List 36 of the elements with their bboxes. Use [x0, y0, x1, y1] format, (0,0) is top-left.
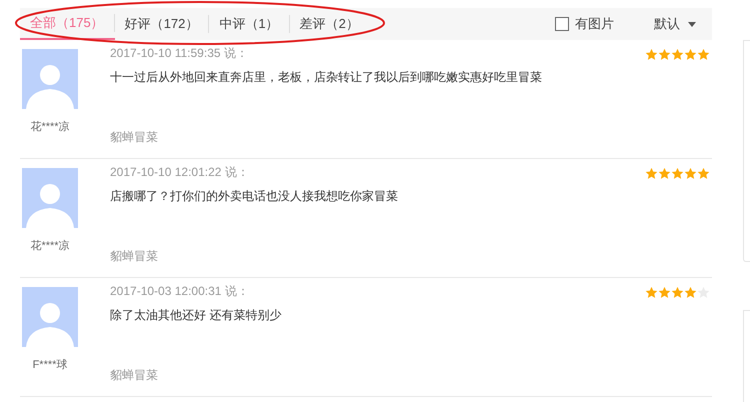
star-icon — [671, 48, 684, 61]
avatar-icon — [22, 287, 78, 347]
caret-icon — [688, 22, 696, 26]
user-name: 花****凉 — [30, 238, 70, 254]
shop-name: 貂蝉冒菜 — [110, 129, 159, 145]
avatar-icon — [22, 168, 78, 228]
review-time: 2017-10-03 12:00:31 说： — [110, 283, 250, 299]
review-text: 店搬哪了？打你们的外卖电话也没人接我想吃你家冒菜 — [110, 188, 399, 204]
star-icon — [684, 167, 697, 180]
star-icon — [671, 286, 684, 299]
star-icon — [671, 167, 684, 180]
shop-name: 貂蝉冒菜 — [110, 367, 159, 383]
review-text: 除了太油其他还好 还有菜特别少 — [110, 307, 282, 323]
star-icon — [645, 286, 658, 299]
star-icon — [697, 286, 710, 299]
star-icon — [645, 167, 658, 180]
photo-checkbox[interactable]: 有图片 — [555, 14, 614, 34]
avatar-icon — [22, 49, 78, 109]
star-icon — [697, 167, 710, 180]
star-icon — [658, 286, 671, 299]
review-time: 2017-10-10 12:01:22 说： — [110, 164, 250, 180]
user-name: F****球 — [32, 358, 68, 373]
filter-tab[interactable]: 好评（172） — [114, 8, 210, 40]
star-icon — [658, 48, 671, 61]
filter-tab[interactable]: 中评（1） — [209, 8, 290, 40]
star-icon — [645, 48, 658, 61]
shop-name: 貂蝉冒菜 — [110, 248, 159, 264]
star-icon — [684, 48, 697, 61]
star-icon — [697, 48, 710, 61]
sort-dropdown[interactable]: 默认 — [654, 14, 696, 34]
star-icon — [684, 286, 697, 299]
review-text: 十一过后从外地回来直奔店里，老板，店杂转让了我以后到哪吃嫩实惠好吃里冒菜 — [110, 69, 543, 85]
user-name: 花****凉 — [30, 120, 70, 135]
filter-tab[interactable]: 差评（2） — [290, 8, 369, 40]
star-icon — [658, 167, 671, 180]
review-time: 2017-10-10 11:59:35 说： — [110, 45, 249, 61]
